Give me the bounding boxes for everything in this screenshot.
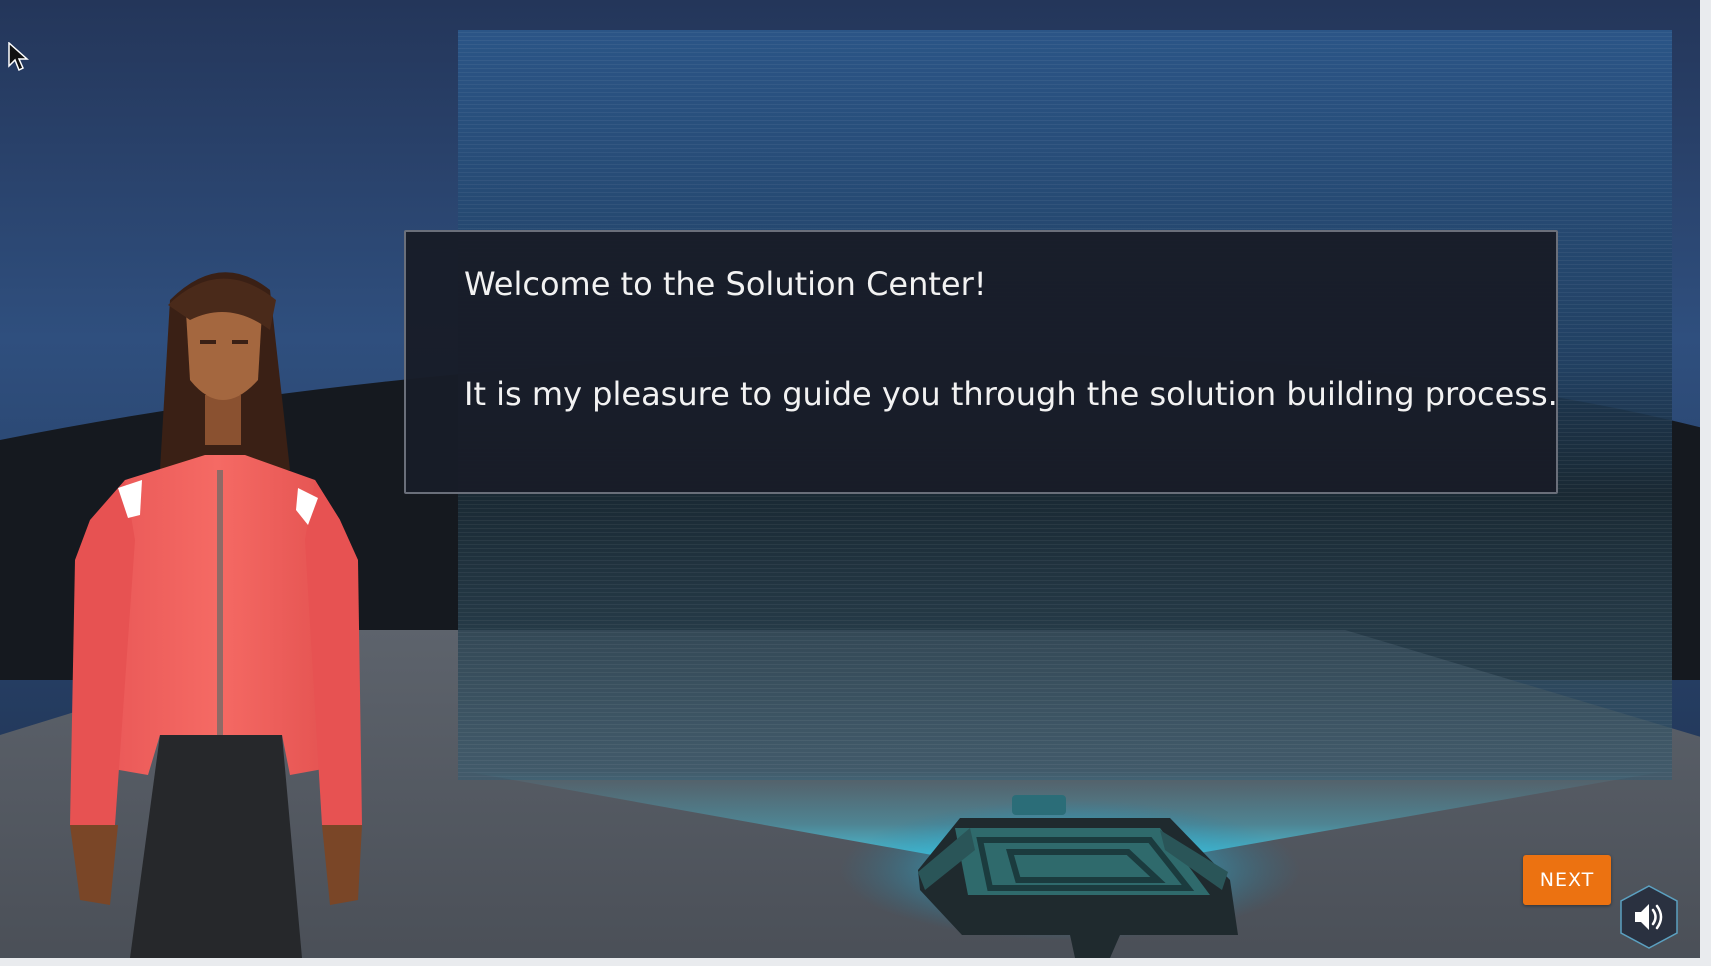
sound-toggle-button[interactable] bbox=[1618, 884, 1680, 950]
game-scene: Welcome to the Solution Center! It is my… bbox=[0, 0, 1711, 966]
speaker-icon bbox=[1620, 885, 1678, 949]
next-button[interactable]: NEXT bbox=[1523, 855, 1611, 905]
mouse-cursor-icon bbox=[8, 42, 29, 72]
window-edge-bottom bbox=[0, 958, 1711, 966]
dialog-box: Welcome to the Solution Center! It is my… bbox=[404, 230, 1558, 494]
window-edge-right bbox=[1700, 0, 1711, 966]
dialog-message: It is my pleasure to guide you through t… bbox=[464, 375, 1558, 413]
dialog-greeting: Welcome to the Solution Center! bbox=[464, 265, 987, 303]
